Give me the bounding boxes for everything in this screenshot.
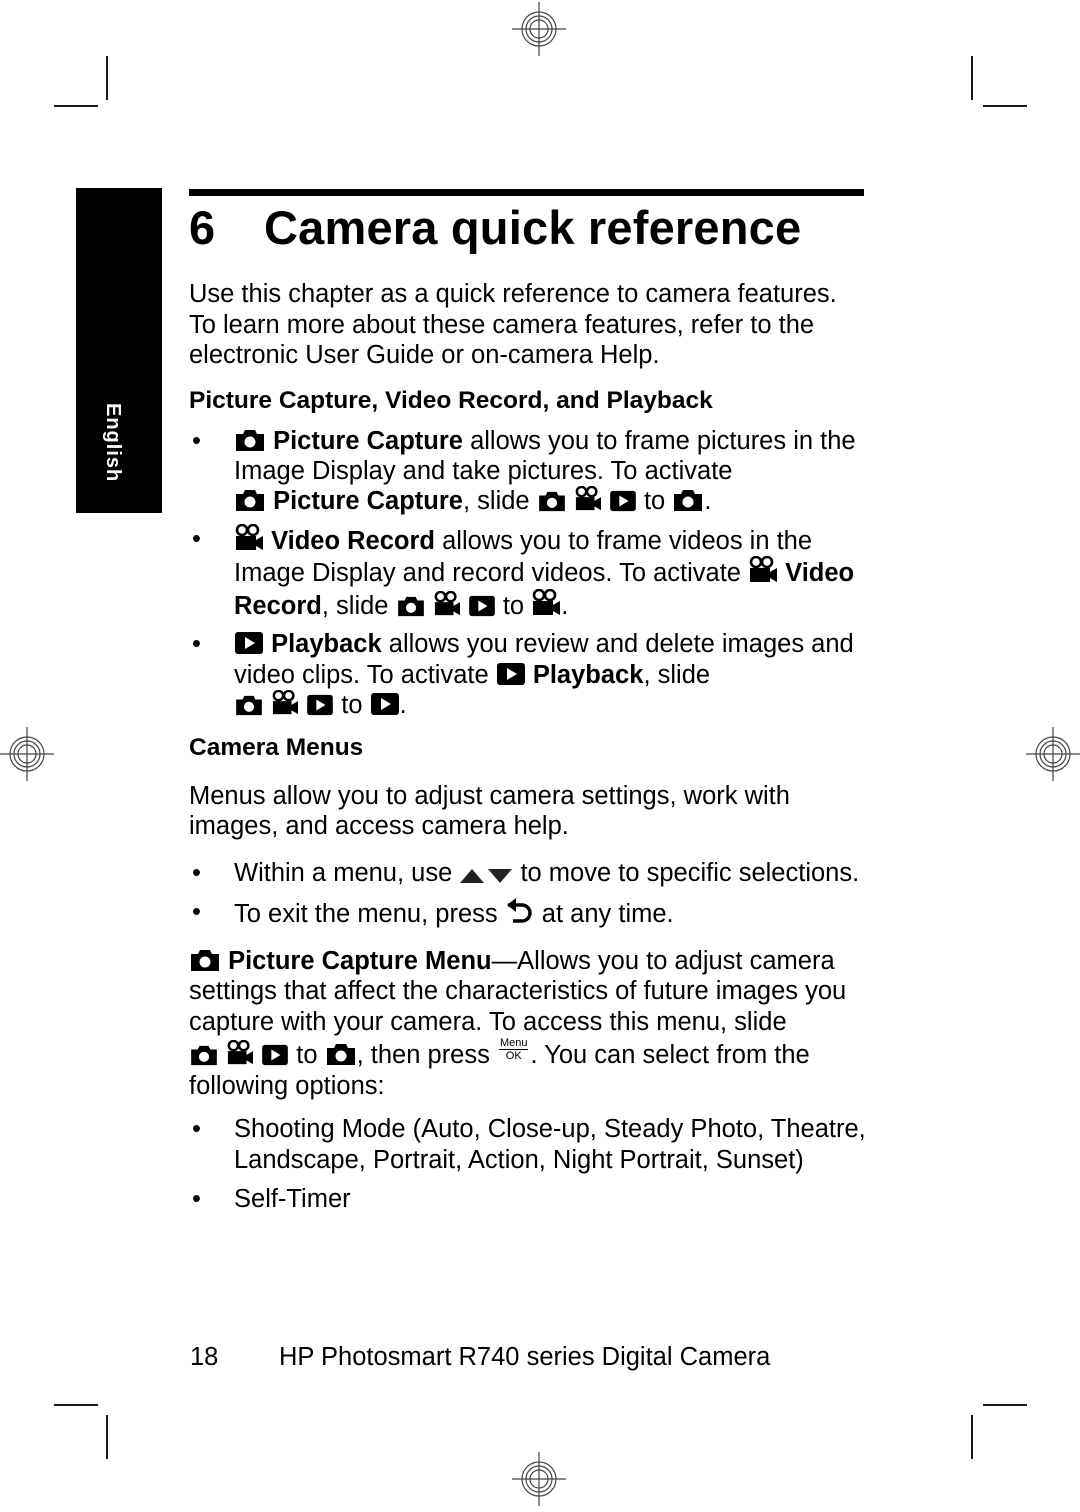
description: , slide — [462, 486, 537, 515]
crop-mark — [106, 1415, 108, 1459]
crop-mark — [983, 1404, 1027, 1406]
intro-text: Use this chapter as a quick reference to… — [189, 280, 837, 369]
feature-name: Picture Capture — [273, 426, 463, 455]
chapter-rule — [189, 189, 864, 196]
back-arrow-icon — [505, 897, 535, 925]
chapter-title-text: Camera quick reference — [264, 201, 802, 254]
registration-mark-icon — [0, 727, 54, 781]
bullet: • — [192, 1115, 201, 1143]
list-item-option: • Self-Timer — [189, 1184, 869, 1215]
crop-mark — [971, 56, 973, 100]
description: Within a menu, use — [234, 858, 460, 887]
camera-icon — [234, 694, 264, 716]
description: , then press — [356, 1041, 497, 1069]
bullet: • — [192, 898, 201, 926]
section-heading: Camera Menus — [189, 734, 364, 761]
bullet: • — [192, 426, 201, 455]
playback-icon — [609, 490, 637, 512]
description: to — [495, 591, 532, 620]
playback-icon — [496, 662, 526, 686]
description: , slide — [643, 660, 711, 689]
list-item-video-record: • Video Record allows you to frame video… — [189, 524, 869, 622]
list-item-menu-navigate: • Within a menu, use to move to specific… — [189, 858, 869, 889]
menus-intro: Menus allow you to adjust camera setting… — [189, 781, 790, 841]
camera-icon — [234, 428, 266, 452]
video-camera-icon — [748, 556, 778, 584]
video-camera-icon — [574, 486, 602, 512]
camera-icon — [189, 1044, 219, 1066]
language-tab: English — [76, 188, 162, 513]
bullet: • — [192, 1185, 201, 1213]
bullet: • — [192, 630, 201, 658]
description: . — [399, 691, 407, 719]
crop-mark — [54, 1404, 98, 1406]
registration-mark-icon — [1026, 727, 1080, 781]
footer-product: HP Photosmart R740 series Digital Camera — [279, 1343, 771, 1371]
page-number: 18 — [190, 1343, 219, 1371]
menu-label: Menu — [498, 1037, 529, 1050]
description: . — [704, 486, 712, 515]
feature-name: Playback — [271, 630, 382, 658]
description: to — [289, 1041, 325, 1069]
camera-icon — [325, 1042, 357, 1066]
description: To exit the menu, press — [234, 900, 505, 928]
section-camera-menus: Camera Menus Menus allow you to adjust c… — [189, 733, 869, 1215]
list-item-option: • Shooting Mode (Auto, Close-up, Steady … — [189, 1114, 869, 1175]
playback-icon — [261, 1044, 289, 1066]
language-tab-label: English — [102, 403, 124, 483]
playback-icon — [370, 692, 400, 716]
camera-icon — [234, 488, 266, 512]
up-down-arrows-icon — [459, 868, 513, 884]
camera-icon — [672, 488, 704, 512]
video-camera-icon — [531, 589, 561, 617]
menu-ok-button-icon: Menu OK — [498, 1037, 529, 1062]
list-item-playback: • Playback allows you review and delete … — [189, 629, 869, 721]
video-camera-icon — [226, 1040, 254, 1066]
camera-icon — [396, 595, 426, 617]
playback-icon — [468, 595, 496, 617]
option-text: Self-Timer — [234, 1185, 351, 1213]
crop-mark — [971, 1415, 973, 1459]
description: to move to specific selections. — [513, 858, 860, 887]
playback-icon — [234, 631, 264, 655]
feature-name: Video Record — [271, 526, 436, 555]
crop-mark — [983, 105, 1027, 107]
section-capture-record-playback: Picture Capture, Video Record, and Playb… — [189, 386, 869, 721]
crop-mark — [54, 105, 98, 107]
description: , slide — [321, 591, 396, 620]
section-heading: Picture Capture, Video Record, and Playb… — [189, 387, 713, 414]
description: at any time. — [534, 900, 674, 928]
playback-icon — [306, 694, 334, 716]
option-text: Shooting Mode (Auto, Close-up, Steady Ph… — [234, 1115, 866, 1174]
page-footer: 18 HP Photosmart R740 series Digital Came… — [190, 1343, 770, 1372]
crop-mark — [106, 56, 108, 100]
camera-icon — [189, 948, 221, 972]
list-item-picture-capture: • Picture Capture allows you to frame pi… — [189, 426, 869, 516]
feature-name: Picture Capture — [273, 486, 463, 515]
picture-capture-menu-paragraph: Picture Capture Menu—Allows you to adjus… — [189, 946, 869, 1102]
feature-name: Playback — [532, 660, 644, 689]
registration-mark-icon — [512, 2, 566, 56]
ok-label: OK — [505, 1050, 522, 1062]
registration-mark-icon — [512, 1452, 566, 1506]
chapter-number: 6 — [189, 201, 216, 254]
description: . — [561, 591, 569, 620]
list-item-menu-exit: • To exit the menu, press at any time. — [189, 897, 869, 930]
video-camera-icon — [234, 524, 264, 552]
video-camera-icon — [433, 591, 461, 617]
video-camera-icon — [271, 690, 299, 716]
bullet: • — [192, 858, 201, 887]
bullet: • — [192, 524, 201, 553]
menu-name: Picture Capture Menu — [228, 946, 492, 975]
intro-paragraph: Use this chapter as a quick reference to… — [189, 279, 869, 371]
description: to — [636, 486, 673, 515]
chapter-title: 6 Camera quick reference — [189, 200, 801, 255]
camera-icon — [537, 490, 567, 512]
description: to — [334, 691, 370, 719]
